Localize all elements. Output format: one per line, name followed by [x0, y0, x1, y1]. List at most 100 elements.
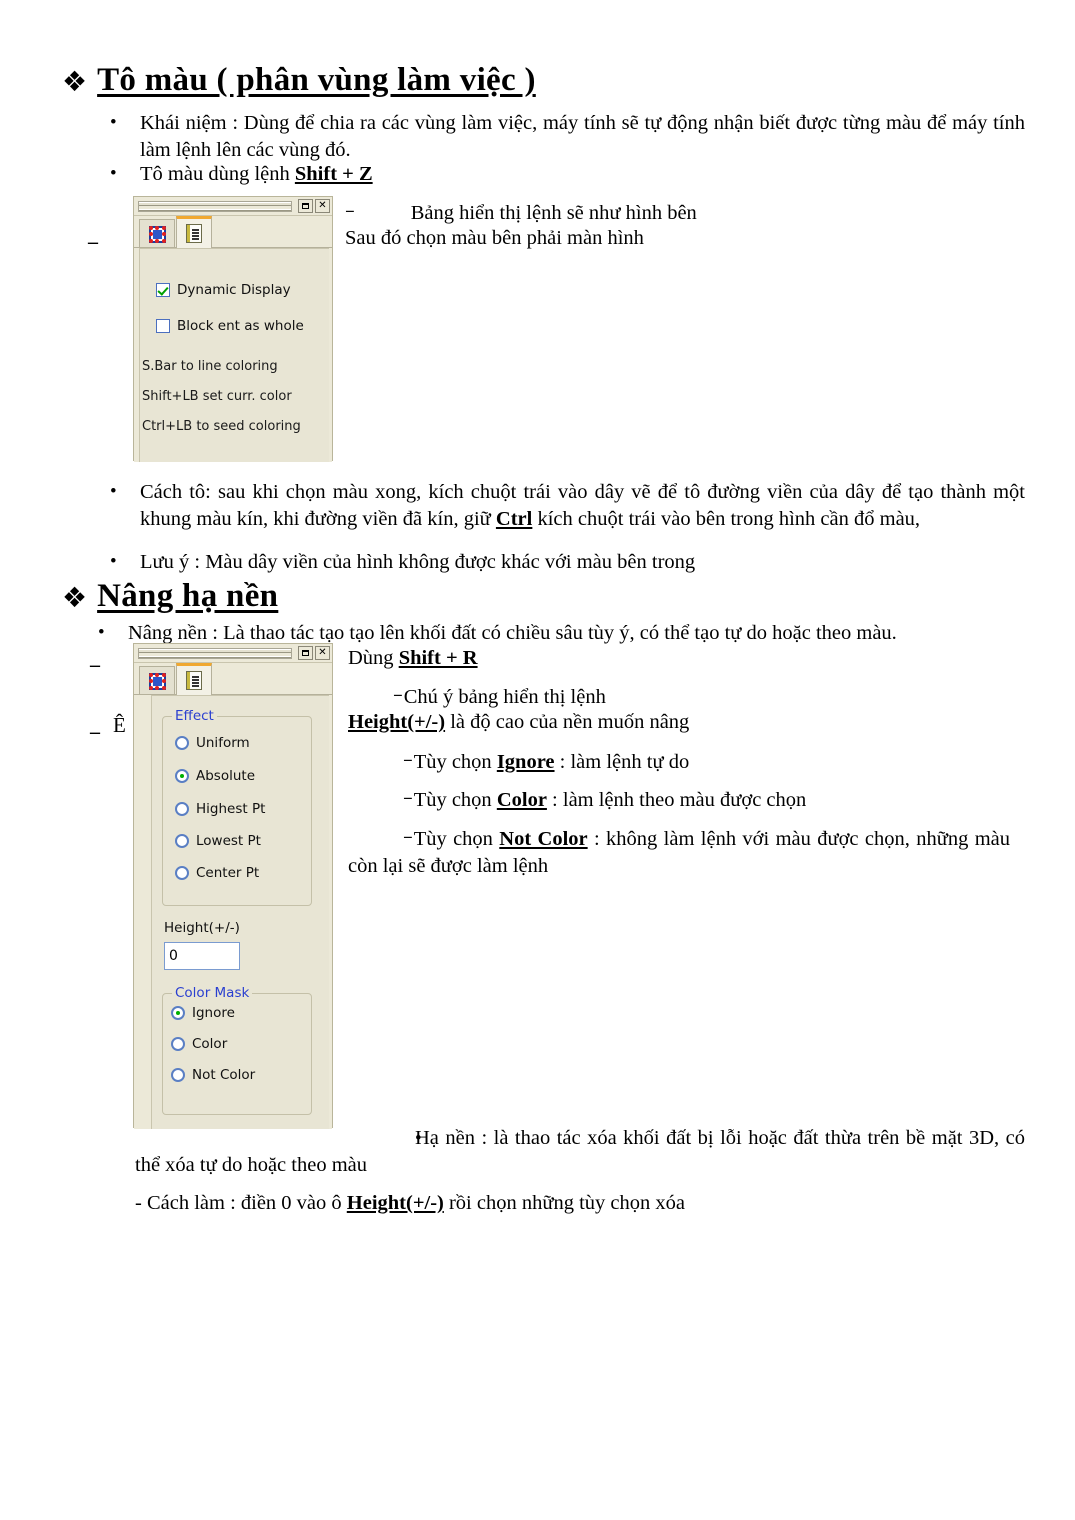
- dash-marker-icon: −: [403, 828, 413, 847]
- bullet-dot-icon: •: [110, 551, 117, 572]
- radio-icon[interactable]: [175, 866, 189, 880]
- dialog-titlebar[interactable]: ✕: [134, 197, 332, 216]
- close-button[interactable]: ✕: [315, 199, 330, 213]
- note-pre: Tùy chọn: [413, 828, 500, 850]
- radio-ignore[interactable]: Ignore: [171, 1005, 235, 1021]
- radio-icon[interactable]: [175, 802, 189, 816]
- diamond-bullet-icon: ❖: [62, 581, 88, 614]
- radio-icon[interactable]: [171, 1037, 185, 1051]
- dialog-titlebar[interactable]: ✕: [134, 644, 332, 663]
- note-text: Chú ý bảng hiển thị lệnh: [403, 686, 606, 708]
- bullet-text-pre: Tô màu dùng lệnh: [140, 163, 295, 185]
- dialog-content-panel: Dynamic Display Block ent as whole S.Bar…: [139, 248, 329, 462]
- bullet-dot-inline-icon: •: [415, 1128, 422, 1149]
- coloring-dialog[interactable]: ✕ Dynamic Display Block ent as whole S.B…: [133, 196, 333, 462]
- hint-ctrl-lb-seed-coloring: Ctrl+LB to seed coloring: [142, 419, 301, 434]
- tab-block-grid[interactable]: [139, 219, 175, 248]
- section-heading-to-mau: ❖ Tô màu ( phân vùng làm việc ): [62, 62, 536, 99]
- note-post: rồi chọn những tùy chọn xóa: [443, 1192, 685, 1214]
- radio-not-color[interactable]: Not Color: [171, 1067, 255, 1083]
- height-field-reference: Height(+/-): [348, 711, 446, 733]
- titlebar-grip[interactable]: [138, 647, 292, 659]
- note-height-desc: Height(+/-) là độ cao của nền muốn nâng: [348, 709, 689, 736]
- bullet-text: Tô màu dùng lệnh Shift + Z: [140, 161, 373, 188]
- close-icon: ✕: [318, 647, 327, 658]
- checkbox-label: Block ent as whole: [177, 318, 304, 334]
- radio-label: Lowest Pt: [196, 833, 261, 849]
- maximize-icon: [299, 647, 312, 659]
- block-grid-icon: [148, 672, 166, 690]
- note-pre: - Cách làm : điền 0 vào ô: [135, 1192, 347, 1214]
- margin-dash-2: –: [90, 654, 100, 676]
- radio-icon[interactable]: [171, 1068, 185, 1082]
- document-icon: [186, 671, 202, 690]
- dialog-body: Effect Uniform Absolute Highest Pt Lowes…: [134, 695, 332, 1129]
- bullet-text: •Hạ nền : là thao tác xóa khối đất bị lỗ…: [135, 1125, 1025, 1179]
- dash-marker-icon: −: [345, 202, 355, 221]
- option-not-color-reference: Not Color: [499, 828, 588, 850]
- margin-partial-char: Ê: [113, 713, 126, 737]
- bullet-khai-niem: • Khái niệm : Dùng để chia ra các vùng l…: [110, 110, 1025, 164]
- checkbox-label: Dynamic Display: [177, 282, 291, 298]
- close-button[interactable]: ✕: [315, 646, 330, 660]
- tab-document[interactable]: [176, 216, 212, 248]
- radio-label: Highest Pt: [196, 801, 266, 817]
- radio-color[interactable]: Color: [171, 1036, 227, 1052]
- maximize-icon: [299, 200, 312, 212]
- bullet-luu-y: • Lưu ý : Màu dây viền của hình không đư…: [110, 549, 1025, 576]
- radio-icon[interactable]: [175, 769, 189, 783]
- heading-text: Nâng hạ nền: [97, 578, 279, 614]
- document-icon: [186, 224, 202, 243]
- checkbox-icon[interactable]: [156, 283, 170, 297]
- dialog-tabstrip[interactable]: [134, 216, 332, 248]
- block-grid-icon: [148, 225, 166, 243]
- radio-lowest-pt[interactable]: Lowest Pt: [175, 833, 261, 849]
- diamond-bullet-icon: ❖: [62, 65, 88, 98]
- bullet-text: Khái niệm : Dùng để chia ra các vùng làm…: [140, 112, 1025, 161]
- tab-document[interactable]: [176, 663, 212, 695]
- dash-marker-icon: −: [393, 686, 403, 705]
- document-page: ❖ Tô màu ( phân vùng làm việc ) • Khái n…: [0, 0, 1075, 1520]
- checkbox-dynamic-display[interactable]: Dynamic Display: [156, 282, 291, 298]
- bullet-text-part-b: kích chuột trái vào bên trong hình cần đ…: [532, 508, 921, 530]
- dialog-content-panel: Effect Uniform Absolute Highest Pt Lowes…: [151, 695, 329, 1129]
- bullet-dot-icon: •: [110, 112, 117, 133]
- elevation-dialog[interactable]: ✕ Effect Uniform Absolute Highest Pt Low…: [133, 643, 333, 1129]
- radio-icon[interactable]: [175, 834, 189, 848]
- note-dung-shift-r: Dùng Shift + R: [348, 645, 478, 672]
- height-field-label: Height(+/-): [164, 920, 240, 936]
- radio-absolute[interactable]: Absolute: [175, 768, 255, 784]
- height-input[interactable]: 0: [164, 942, 240, 970]
- radio-icon[interactable]: [171, 1006, 185, 1020]
- hint-shift-lb-set-color: Shift+LB set curr. color: [142, 389, 292, 404]
- note-option-color: −Tùy chọn Color : làm lệnh theo màu được…: [403, 785, 806, 814]
- radio-icon[interactable]: [175, 736, 189, 750]
- note-option-not-color: −Tùy chọn Not Color : không làm lệnh với…: [348, 824, 1010, 880]
- bullet-dot-icon: •: [98, 622, 105, 643]
- radio-highest-pt[interactable]: Highest Pt: [175, 801, 265, 817]
- keyboard-shortcut-shift-r: Shift + R: [398, 647, 478, 669]
- radio-center-pt[interactable]: Center Pt: [175, 865, 259, 881]
- colormask-group-title: Color Mask: [172, 985, 253, 1001]
- titlebar-grip[interactable]: [138, 200, 292, 212]
- maximize-button[interactable]: [298, 199, 313, 213]
- heading-text: Tô màu ( phân vùng làm việc ): [97, 62, 536, 98]
- tab-block-grid[interactable]: [139, 666, 175, 695]
- colormask-groupbox: Color Mask Ignore Color Not Color: [162, 985, 312, 1115]
- bullet-dot-icon: •: [110, 163, 117, 184]
- note-cach-lam: - Cách làm : điền 0 vào ô Height(+/-) rồ…: [135, 1190, 1025, 1217]
- bullet-text: Lưu ý : Màu dây viền của hình không được…: [140, 551, 696, 573]
- note-pre: Dùng: [348, 647, 399, 669]
- note-bang-hien-thi: − Bảng hiển thị lệnh sẽ như hình bên: [345, 198, 745, 227]
- radio-uniform[interactable]: Uniform: [175, 735, 250, 751]
- close-icon: ✕: [318, 200, 327, 211]
- radio-label: Not Color: [192, 1067, 256, 1083]
- dialog-body: Dynamic Display Block ent as whole S.Bar…: [134, 248, 332, 462]
- note-post: : làm lệnh theo màu được chọn: [546, 789, 807, 811]
- checkbox-icon[interactable]: [156, 319, 170, 333]
- checkbox-block-ent-as-whole[interactable]: Block ent as whole: [156, 318, 304, 334]
- radio-label: Color: [192, 1036, 228, 1052]
- dialog-tabstrip[interactable]: [134, 663, 332, 695]
- bullet-text: Cách tô: sau khi chọn màu xong, kích chu…: [140, 479, 1025, 533]
- maximize-button[interactable]: [298, 646, 313, 660]
